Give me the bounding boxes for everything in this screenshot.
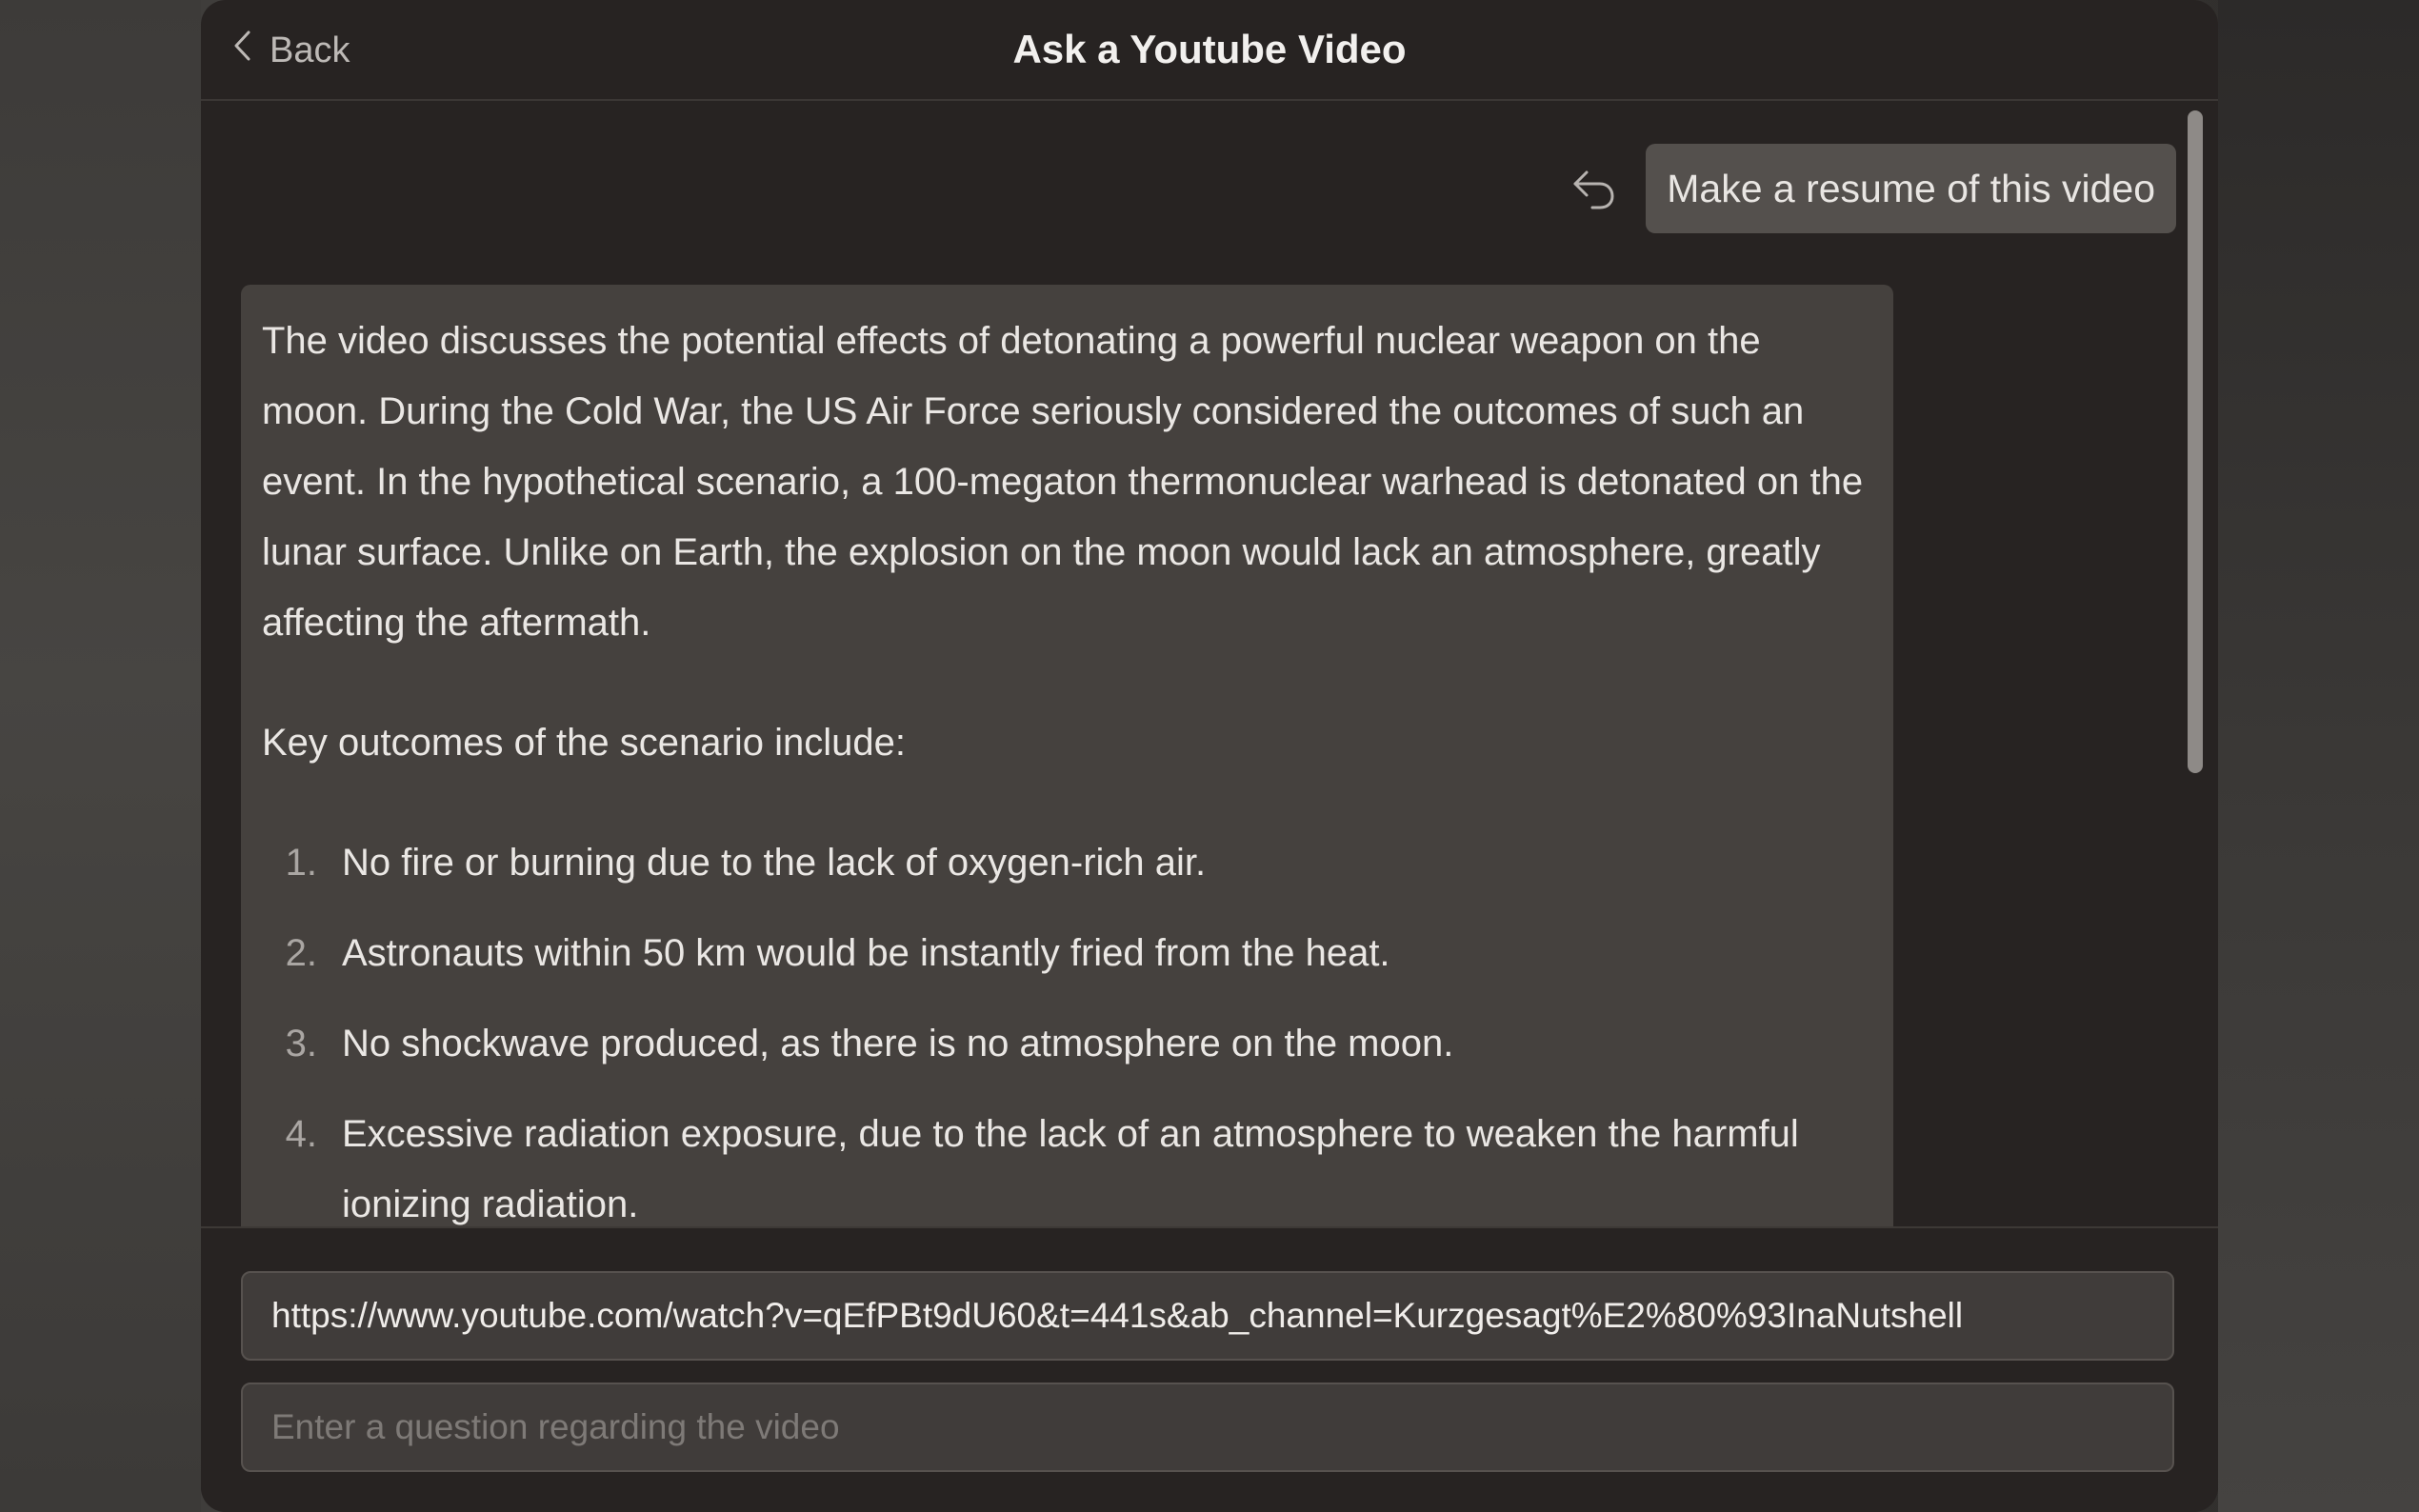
list-number: 1. (285, 842, 317, 884)
list-item: 2. Astronauts within 50 km would be inst… (262, 918, 1872, 988)
answer-paragraph: The video discusses the potential effect… (262, 320, 1864, 644)
list-number: 4. (285, 1113, 317, 1155)
list-text: No shockwave produced, as there is no at… (342, 1023, 1454, 1064)
chat-area[interactable]: Make a resume of this video The video di… (201, 101, 2218, 1226)
title-bar: Back Ask a Youtube Video (201, 0, 2218, 101)
list-number: 2. (285, 932, 317, 974)
input-panel: https://www.youtube.com/watch?v=qEfPBt9d… (201, 1226, 2218, 1512)
answer-paragraph: Key outcomes of the scenario include: (262, 722, 906, 764)
list-item: 3. No shockwave produced, as there is no… (262, 1008, 1872, 1079)
undo-icon[interactable] (1569, 167, 1617, 210)
outcome-list: 1. No fire or burning due to the lack of… (262, 827, 1872, 1226)
question-input[interactable]: Enter a question regarding the video (241, 1383, 2174, 1472)
list-text: Astronauts within 50 km would be instant… (342, 932, 1390, 974)
app-window: Back Ask a Youtube Video Make a resume o… (201, 0, 2218, 1512)
list-item: 1. No fire or burning due to the lack of… (262, 827, 1872, 898)
page-title: Ask a Youtube Video (1012, 27, 1407, 71)
background-left (0, 0, 201, 1512)
user-message-row: Make a resume of this video (1569, 144, 2176, 233)
background-right (2218, 0, 2419, 1512)
list-text: Excessive radiation exposure, due to the… (342, 1113, 1799, 1225)
scrollbar-thumb[interactable] (2188, 110, 2203, 773)
list-number: 3. (285, 1023, 317, 1064)
list-item: 4. Excessive radiation exposure, due to … (262, 1099, 1872, 1226)
user-message-bubble: Make a resume of this video (1646, 144, 2176, 233)
assistant-answer: The video discusses the potential effect… (241, 285, 1893, 1226)
video-url-input[interactable]: https://www.youtube.com/watch?v=qEfPBt9d… (241, 1271, 2174, 1361)
list-text: No fire or burning due to the lack of ox… (342, 842, 1207, 884)
